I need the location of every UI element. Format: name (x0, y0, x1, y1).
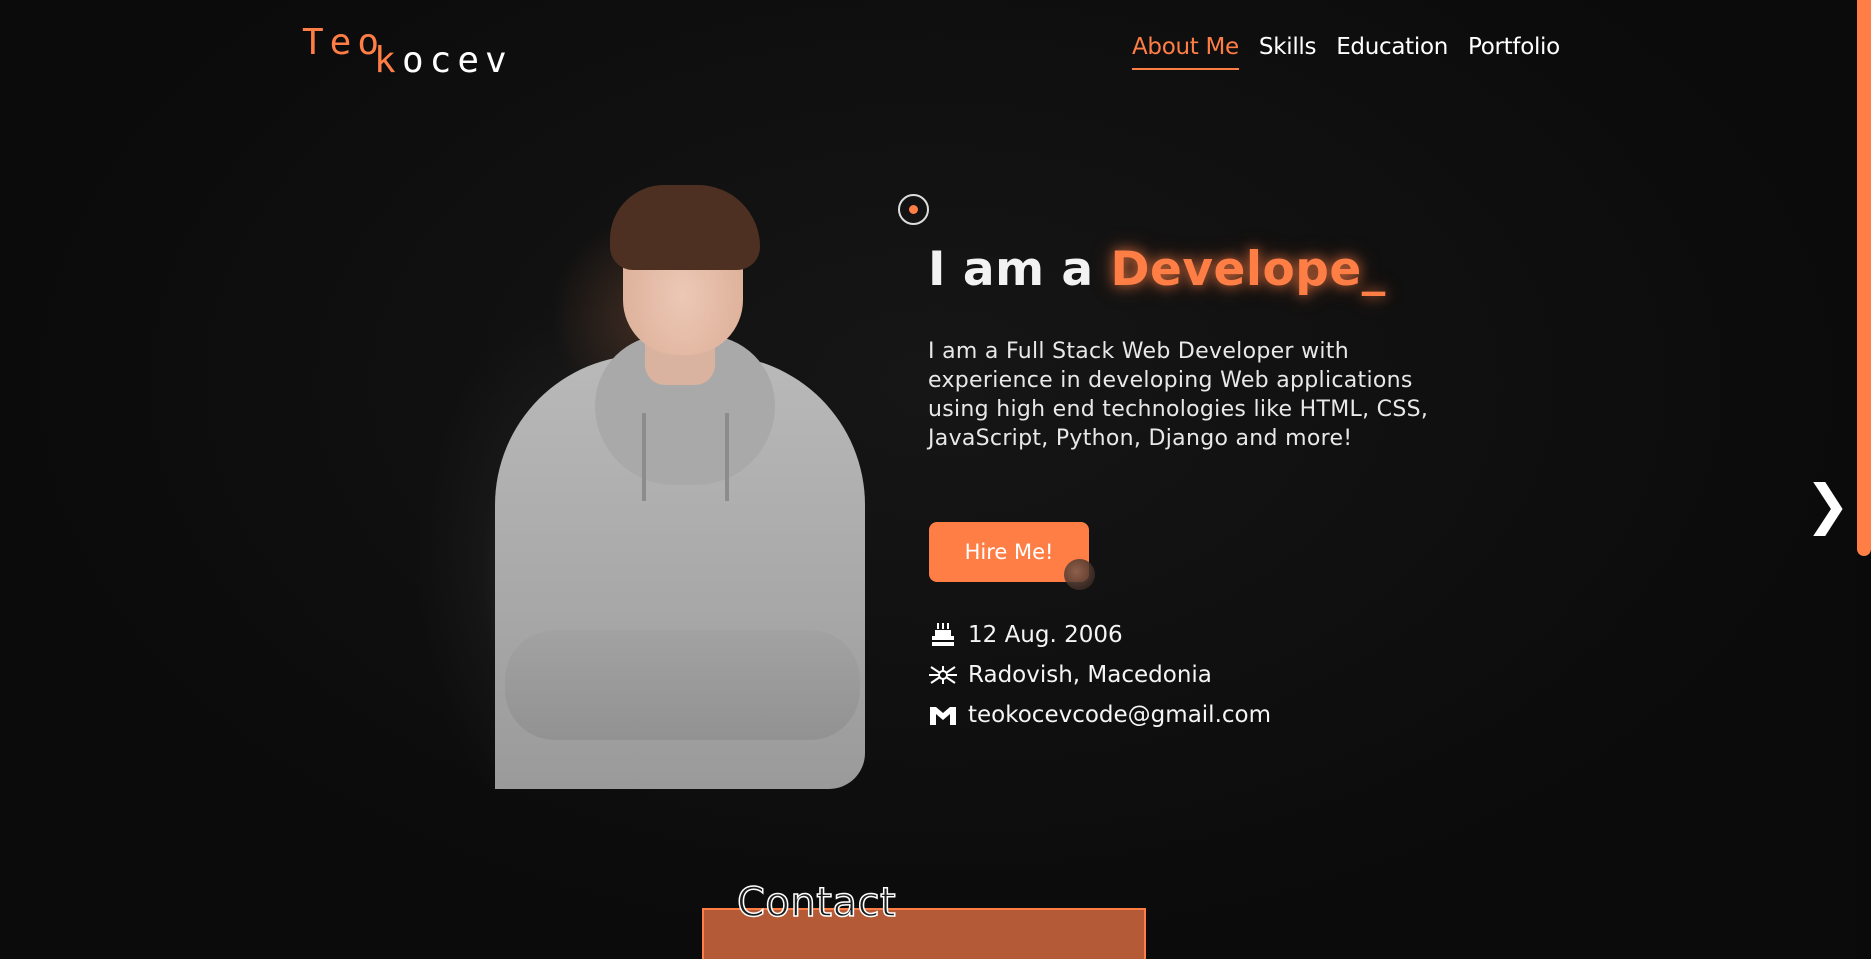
headline-typing-word: Develope_ (1110, 242, 1386, 297)
headline-prefix: I am a (928, 242, 1111, 297)
logo-text-first: Teo (302, 22, 386, 63)
birthday-text: 12 Aug. 2006 (968, 622, 1123, 648)
scrollbar-thumb[interactable] (1857, 0, 1871, 556)
hero-intro-text: I am a Full Stack Web Developer with exp… (928, 339, 1429, 451)
info-location: Radovish, Macedonia (928, 660, 1212, 690)
profile-photo (420, 185, 870, 789)
logo-text-k: k (374, 40, 396, 81)
macedonia-flag-icon (928, 660, 958, 690)
photo-drawstring-left (642, 413, 646, 501)
custom-cursor (1064, 559, 1095, 590)
photo-drawstring-right (725, 413, 729, 501)
nav-item-portfolio[interactable]: Portfolio (1468, 34, 1560, 70)
main-nav: About Me Skills Education Portfolio (1132, 34, 1560, 70)
gmail-icon (928, 700, 958, 730)
photo-crossed-arms (505, 630, 860, 740)
nav-item-education[interactable]: Education (1336, 34, 1448, 70)
contact-section-title: Contact (736, 879, 897, 927)
target-icon (898, 194, 929, 225)
chevron-right-icon[interactable]: ❯ (1805, 478, 1850, 532)
location-text: Radovish, Macedonia (968, 662, 1212, 688)
hero-headline: I am a Develope_ (928, 242, 1386, 297)
info-email[interactable]: teokocevcode@gmail.com (928, 700, 1271, 730)
cake-icon (928, 620, 958, 650)
site-logo[interactable]: Teo k ocev (302, 22, 522, 82)
photo-hair (610, 185, 760, 270)
info-birthday: 12 Aug. 2006 (928, 620, 1123, 650)
nav-item-skills[interactable]: Skills (1259, 34, 1317, 70)
email-link[interactable]: teokocevcode@gmail.com (968, 702, 1271, 728)
nav-item-about-me[interactable]: About Me (1132, 34, 1239, 70)
logo-text-last: ocev (402, 40, 513, 81)
page-scrollbar[interactable] (1857, 0, 1871, 959)
